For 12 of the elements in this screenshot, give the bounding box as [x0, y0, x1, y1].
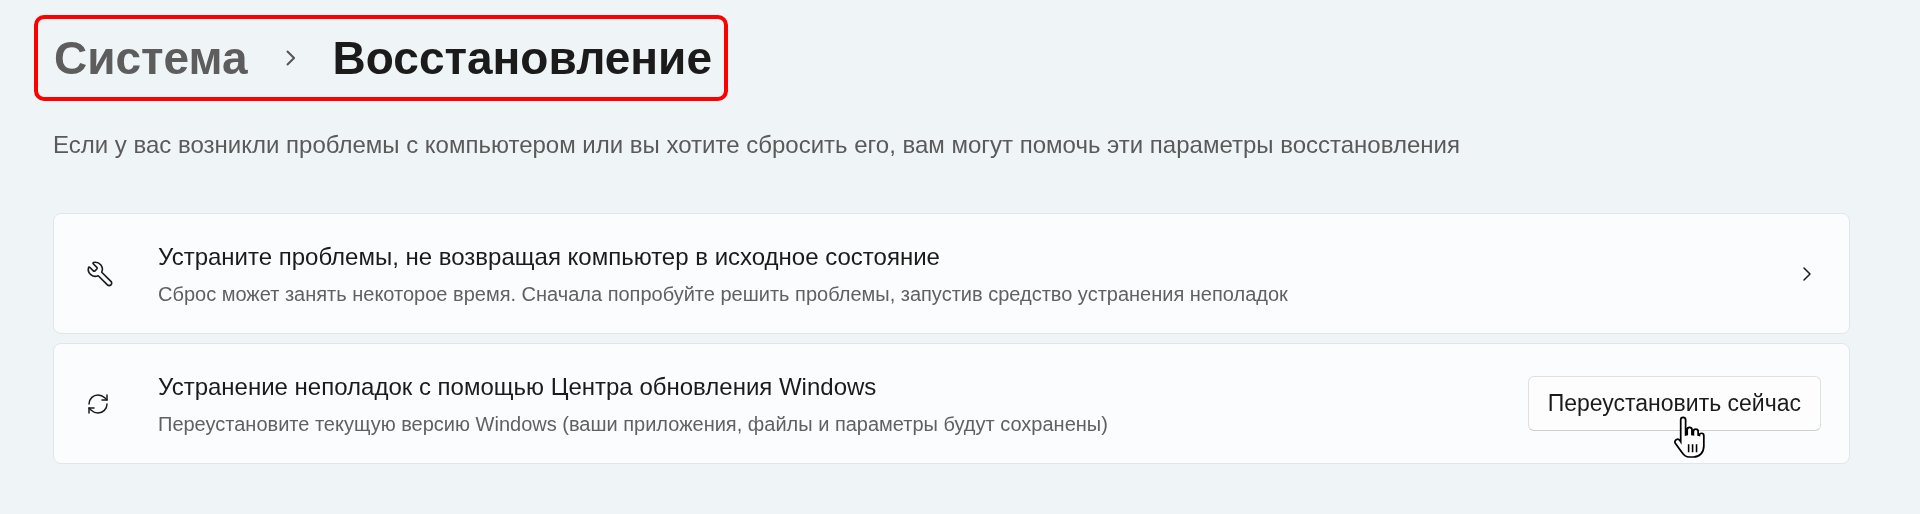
breadcrumb-chevron-icon — [285, 50, 295, 66]
card-subtitle: Переустановите текущую версию Windows (ваши приложения, файлы и параметры будут сохранены) — [158, 411, 1109, 437]
reinstall-button[interactable]: Переустановить сейчас — [1527, 376, 1821, 431]
card-subtitle: Сброс может занять некоторое время. Сначала попробуйте решить проблемы, запустив средство устранения неполадок — [158, 281, 1289, 307]
card-title: Устраните проблемы, не возвращая компьютер в исходное состояние — [158, 241, 941, 272]
refresh-icon — [86, 391, 110, 416]
wrench-icon — [86, 259, 114, 288]
card-title: Устранение неполадок с помощью Центра обновления Windows — [158, 371, 878, 402]
settings-card[interactable]: Устраните проблемы, не возвращая компьютер в исходное состояние Сброс может занять некоторое время. Сначала попробуйте решить проблемы, запустив средство устранения неполадок — [53, 213, 1850, 334]
breadcrumb-link[interactable]: Система — [54, 35, 248, 81]
description-text: Если у вас возникли проблемы с компьютером или вы хотите сбросить его, вам могут помочь эти параметры восстановления — [53, 130, 1461, 160]
page-title: Восстановление — [332, 35, 712, 81]
